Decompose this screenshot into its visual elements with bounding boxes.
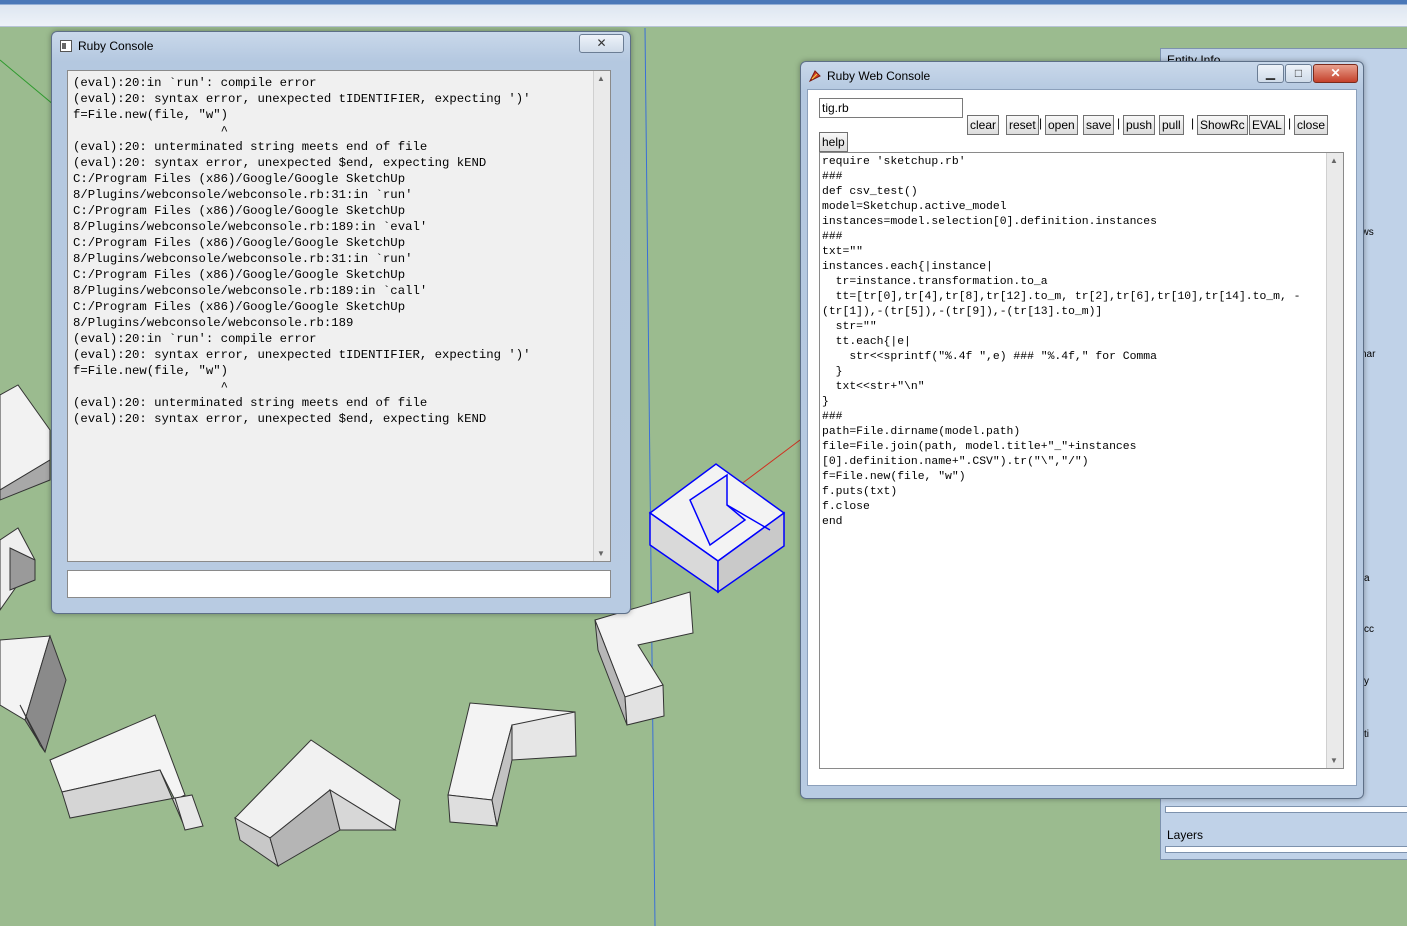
partial-label-5: y: [1364, 676, 1369, 687]
eval-button[interactable]: EVAL: [1249, 115, 1285, 135]
ruby-console-window[interactable]: Ruby Console ✕ (eval):20:in `run': compi…: [51, 31, 631, 614]
web-console-title: Ruby Web Console: [827, 69, 931, 83]
block-5: [234, 739, 401, 868]
web-console-content: tig.rb clear reset | open save | push pu…: [807, 89, 1357, 786]
separator: |: [1191, 116, 1195, 130]
console-window-icon: [60, 40, 72, 52]
block-2: [0, 527, 36, 611]
layers-bar[interactable]: [1165, 846, 1407, 853]
ruby-web-console-window[interactable]: Ruby Web Console ▁ □ ✕ tig.rb clear rese…: [800, 61, 1364, 799]
minimize-button[interactable]: ▁: [1257, 64, 1284, 83]
console-output[interactable]: (eval):20:in `run': compile error (eval)…: [67, 70, 611, 562]
separator: |: [1117, 116, 1121, 130]
selected-component: [648, 463, 786, 594]
close-button[interactable]: ✕: [579, 34, 624, 53]
code-text[interactable]: require 'sketchup.rb' ### def csv_test()…: [820, 153, 1343, 532]
maximize-button[interactable]: □: [1285, 64, 1312, 83]
styles-bar[interactable]: [1165, 806, 1407, 813]
block-4: [49, 714, 204, 831]
blue-axis: [644, 27, 656, 926]
ruby-console-title: Ruby Console: [78, 39, 154, 53]
block-1: [0, 384, 51, 501]
partial-label-6: ti: [1364, 729, 1369, 740]
filename-input[interactable]: tig.rb: [819, 98, 963, 118]
pull-button[interactable]: pull: [1159, 115, 1184, 135]
partial-label-4: cc: [1364, 624, 1374, 635]
clear-button[interactable]: clear: [967, 115, 1000, 135]
console-input[interactable]: [67, 570, 611, 598]
close-window-button[interactable]: ✕: [1313, 64, 1358, 83]
console-output-text: (eval):20:in `run': compile error (eval)…: [73, 76, 531, 426]
scroll-down-icon[interactable]: ▼: [597, 549, 605, 558]
separator: |: [1039, 116, 1043, 130]
open-button[interactable]: open: [1045, 115, 1078, 135]
showrc-button[interactable]: ShowRc: [1197, 115, 1248, 135]
block-3: [0, 634, 67, 754]
save-button[interactable]: save: [1083, 115, 1115, 135]
scroll-up-icon[interactable]: ▲: [597, 74, 605, 83]
close-button[interactable]: close: [1294, 115, 1329, 135]
reset-button[interactable]: reset: [1006, 115, 1039, 135]
code-editor[interactable]: require 'sketchup.rb' ### def csv_test()…: [819, 152, 1344, 769]
layers-title[interactable]: Layers: [1167, 828, 1203, 842]
separator: |: [1288, 116, 1292, 130]
scroll-up-icon[interactable]: ▲: [1330, 156, 1338, 165]
help-button[interactable]: help: [819, 132, 848, 152]
partial-label-3: a: [1364, 573, 1370, 584]
vertical-scrollbar[interactable]: ▲ ▼: [593, 71, 610, 561]
ruby-icon: [809, 70, 821, 82]
editor-scrollbar[interactable]: ▲ ▼: [1326, 153, 1343, 768]
scroll-down-icon[interactable]: ▼: [1330, 756, 1338, 765]
push-button[interactable]: push: [1123, 115, 1156, 135]
block-6: [447, 702, 577, 827]
